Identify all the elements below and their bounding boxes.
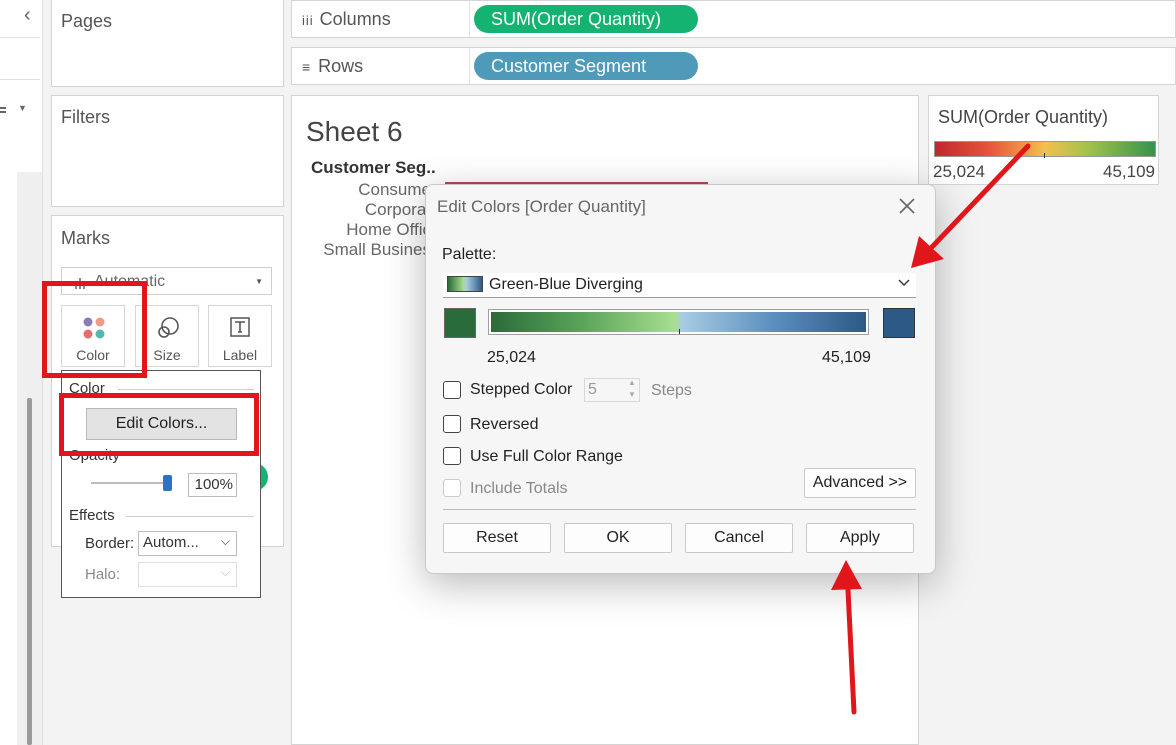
arrow-to-palette-dropdown	[911, 143, 1031, 268]
annotation-arrows	[831, 143, 1031, 715]
arrow-to-apply-button	[831, 560, 862, 715]
